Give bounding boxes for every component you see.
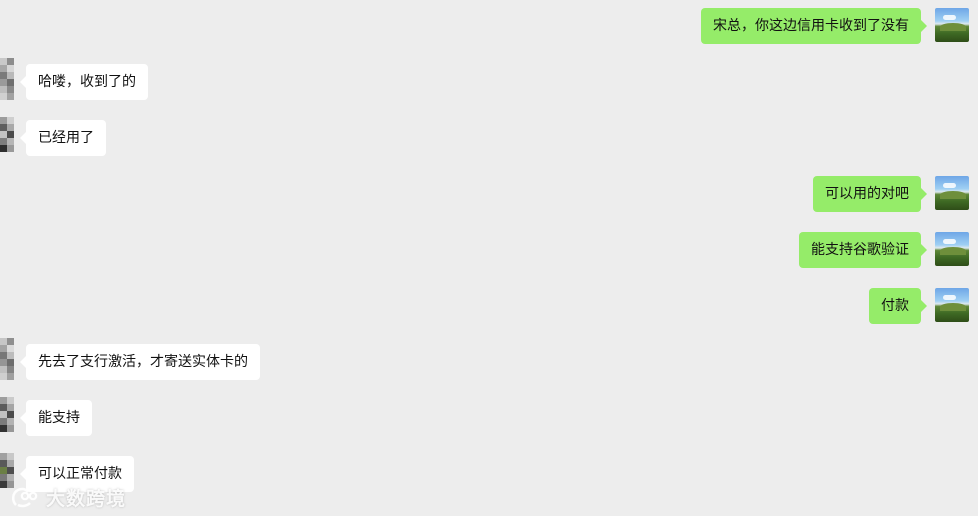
outgoing-message-bubble[interactable]: 可以用的对吧 — [813, 176, 927, 212]
message-row-incoming: 能支持 — [0, 397, 978, 436]
message-row-incoming: 可以正常付款 — [0, 453, 978, 492]
message-row-outgoing: 可以用的对吧 — [0, 176, 978, 212]
my-avatar[interactable] — [935, 8, 969, 42]
incoming-message-bubble[interactable]: 能支持 — [20, 400, 92, 436]
message-row-outgoing: 付款 — [0, 288, 978, 324]
contact-avatar[interactable] — [0, 58, 14, 102]
my-avatar[interactable] — [935, 288, 969, 322]
contact-avatar[interactable] — [0, 397, 14, 441]
message-row-incoming: 哈喽，收到了的 — [0, 58, 978, 100]
my-avatar[interactable] — [935, 232, 969, 266]
incoming-message-bubble[interactable]: 已经用了 — [20, 120, 106, 156]
message-row-incoming: 先去了支行激活，才寄送实体卡的 — [0, 338, 978, 380]
outgoing-message-bubble[interactable]: 能支持谷歌验证 — [799, 232, 927, 268]
outgoing-message-bubble[interactable]: 付款 — [869, 288, 927, 324]
message-row-outgoing: 能支持谷歌验证 — [0, 232, 978, 268]
my-avatar[interactable] — [935, 176, 969, 210]
chat-area: 宋总，你这边信用卡收到了没有 哈喽，收到了的 已经用了 可以用的对吧 能支持谷歌… — [0, 0, 978, 516]
contact-avatar[interactable] — [0, 338, 14, 382]
incoming-message-bubble[interactable]: 哈喽，收到了的 — [20, 64, 148, 100]
watermark-logo-icon — [12, 487, 38, 508]
incoming-message-bubble[interactable]: 先去了支行激活，才寄送实体卡的 — [20, 344, 260, 380]
outgoing-message-bubble[interactable]: 宋总，你这边信用卡收到了没有 — [701, 8, 927, 44]
watermark-text: 大数跨境 — [46, 487, 127, 510]
watermark: 大数跨境 — [10, 484, 126, 510]
message-row-outgoing: 宋总，你这边信用卡收到了没有 — [0, 8, 978, 44]
contact-avatar[interactable] — [0, 117, 14, 161]
message-row-incoming: 已经用了 — [0, 117, 978, 156]
